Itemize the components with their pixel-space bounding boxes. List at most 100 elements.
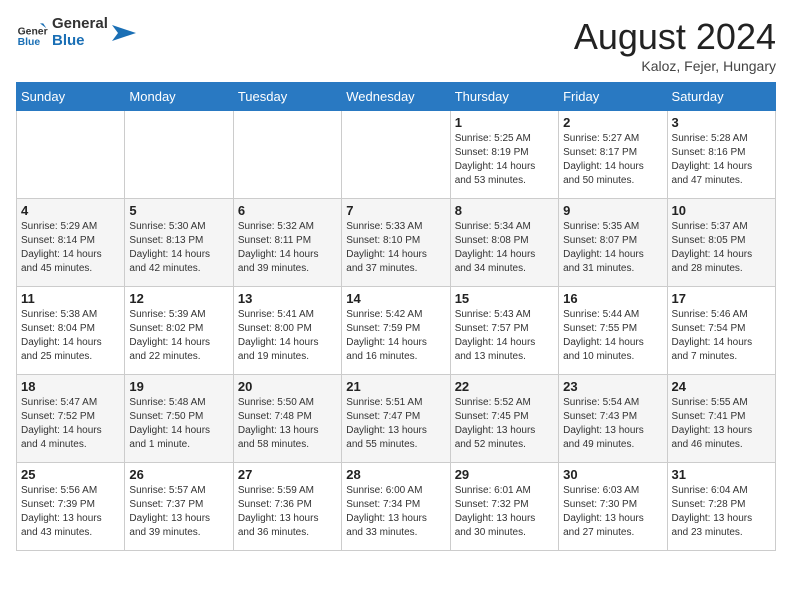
calendar-cell: 10 Sunrise: 5:37 AM Sunset: 8:05 PM Dayl… bbox=[667, 199, 775, 287]
calendar-cell bbox=[233, 111, 341, 199]
calendar-cell: 1 Sunrise: 5:25 AM Sunset: 8:19 PM Dayli… bbox=[450, 111, 558, 199]
day-number: 19 bbox=[129, 379, 228, 394]
title-block: August 2024 Kaloz, Fejer, Hungary bbox=[574, 16, 776, 74]
calendar-cell: 13 Sunrise: 5:41 AM Sunset: 8:00 PM Dayl… bbox=[233, 287, 341, 375]
day-number: 31 bbox=[672, 467, 771, 482]
logo: General Blue General Blue bbox=[16, 16, 136, 49]
day-number: 8 bbox=[455, 203, 554, 218]
calendar-cell: 7 Sunrise: 5:33 AM Sunset: 8:10 PM Dayli… bbox=[342, 199, 450, 287]
day-number: 17 bbox=[672, 291, 771, 306]
weekday-header-monday: Monday bbox=[125, 83, 233, 111]
day-number: 9 bbox=[563, 203, 662, 218]
calendar-cell: 6 Sunrise: 5:32 AM Sunset: 8:11 PM Dayli… bbox=[233, 199, 341, 287]
day-info: Sunrise: 5:57 AM Sunset: 7:37 PM Dayligh… bbox=[129, 484, 228, 540]
day-info: Sunrise: 5:30 AM Sunset: 8:13 PM Dayligh… bbox=[129, 220, 228, 276]
day-number: 29 bbox=[455, 467, 554, 482]
day-number: 10 bbox=[672, 203, 771, 218]
calendar-cell: 8 Sunrise: 5:34 AM Sunset: 8:08 PM Dayli… bbox=[450, 199, 558, 287]
day-info: Sunrise: 5:42 AM Sunset: 7:59 PM Dayligh… bbox=[346, 308, 445, 364]
calendar-cell: 17 Sunrise: 5:46 AM Sunset: 7:54 PM Dayl… bbox=[667, 287, 775, 375]
day-number: 23 bbox=[563, 379, 662, 394]
week-row-4: 18 Sunrise: 5:47 AM Sunset: 7:52 PM Dayl… bbox=[17, 375, 776, 463]
day-info: Sunrise: 5:59 AM Sunset: 7:36 PM Dayligh… bbox=[238, 484, 337, 540]
day-info: Sunrise: 5:27 AM Sunset: 8:17 PM Dayligh… bbox=[563, 132, 662, 188]
day-number: 1 bbox=[455, 115, 554, 130]
weekday-header-row: SundayMondayTuesdayWednesdayThursdayFrid… bbox=[17, 83, 776, 111]
day-info: Sunrise: 5:47 AM Sunset: 7:52 PM Dayligh… bbox=[21, 396, 120, 452]
calendar-cell: 28 Sunrise: 6:00 AM Sunset: 7:34 PM Dayl… bbox=[342, 463, 450, 551]
calendar-cell: 5 Sunrise: 5:30 AM Sunset: 8:13 PM Dayli… bbox=[125, 199, 233, 287]
day-info: Sunrise: 6:00 AM Sunset: 7:34 PM Dayligh… bbox=[346, 484, 445, 540]
calendar-cell bbox=[17, 111, 125, 199]
day-info: Sunrise: 5:28 AM Sunset: 8:16 PM Dayligh… bbox=[672, 132, 771, 188]
day-info: Sunrise: 5:33 AM Sunset: 8:10 PM Dayligh… bbox=[346, 220, 445, 276]
day-number: 22 bbox=[455, 379, 554, 394]
day-info: Sunrise: 5:37 AM Sunset: 8:05 PM Dayligh… bbox=[672, 220, 771, 276]
weekday-header-saturday: Saturday bbox=[667, 83, 775, 111]
day-number: 30 bbox=[563, 467, 662, 482]
day-info: Sunrise: 5:51 AM Sunset: 7:47 PM Dayligh… bbox=[346, 396, 445, 452]
day-info: Sunrise: 6:03 AM Sunset: 7:30 PM Dayligh… bbox=[563, 484, 662, 540]
day-info: Sunrise: 5:38 AM Sunset: 8:04 PM Dayligh… bbox=[21, 308, 120, 364]
calendar-cell: 23 Sunrise: 5:54 AM Sunset: 7:43 PM Dayl… bbox=[559, 375, 667, 463]
day-number: 25 bbox=[21, 467, 120, 482]
svg-text:General: General bbox=[18, 26, 48, 37]
day-number: 26 bbox=[129, 467, 228, 482]
logo-blue: Blue bbox=[52, 33, 108, 50]
day-number: 7 bbox=[346, 203, 445, 218]
day-number: 12 bbox=[129, 291, 228, 306]
calendar-cell: 20 Sunrise: 5:50 AM Sunset: 7:48 PM Dayl… bbox=[233, 375, 341, 463]
calendar-cell: 2 Sunrise: 5:27 AM Sunset: 8:17 PM Dayli… bbox=[559, 111, 667, 199]
day-info: Sunrise: 5:54 AM Sunset: 7:43 PM Dayligh… bbox=[563, 396, 662, 452]
calendar-cell: 9 Sunrise: 5:35 AM Sunset: 8:07 PM Dayli… bbox=[559, 199, 667, 287]
day-number: 16 bbox=[563, 291, 662, 306]
day-number: 24 bbox=[672, 379, 771, 394]
day-info: Sunrise: 5:39 AM Sunset: 8:02 PM Dayligh… bbox=[129, 308, 228, 364]
logo-general: General bbox=[52, 16, 108, 33]
day-info: Sunrise: 5:44 AM Sunset: 7:55 PM Dayligh… bbox=[563, 308, 662, 364]
weekday-header-friday: Friday bbox=[559, 83, 667, 111]
day-number: 15 bbox=[455, 291, 554, 306]
weekday-header-wednesday: Wednesday bbox=[342, 83, 450, 111]
day-info: Sunrise: 5:46 AM Sunset: 7:54 PM Dayligh… bbox=[672, 308, 771, 364]
day-number: 2 bbox=[563, 115, 662, 130]
day-info: Sunrise: 5:52 AM Sunset: 7:45 PM Dayligh… bbox=[455, 396, 554, 452]
day-info: Sunrise: 5:55 AM Sunset: 7:41 PM Dayligh… bbox=[672, 396, 771, 452]
weekday-header-tuesday: Tuesday bbox=[233, 83, 341, 111]
day-number: 21 bbox=[346, 379, 445, 394]
day-info: Sunrise: 5:25 AM Sunset: 8:19 PM Dayligh… bbox=[455, 132, 554, 188]
calendar-cell: 31 Sunrise: 6:04 AM Sunset: 7:28 PM Dayl… bbox=[667, 463, 775, 551]
week-row-3: 11 Sunrise: 5:38 AM Sunset: 8:04 PM Dayl… bbox=[17, 287, 776, 375]
day-info: Sunrise: 5:43 AM Sunset: 7:57 PM Dayligh… bbox=[455, 308, 554, 364]
day-info: Sunrise: 5:41 AM Sunset: 8:00 PM Dayligh… bbox=[238, 308, 337, 364]
calendar-cell: 11 Sunrise: 5:38 AM Sunset: 8:04 PM Dayl… bbox=[17, 287, 125, 375]
day-number: 14 bbox=[346, 291, 445, 306]
day-number: 6 bbox=[238, 203, 337, 218]
day-number: 20 bbox=[238, 379, 337, 394]
calendar-cell bbox=[342, 111, 450, 199]
day-info: Sunrise: 5:56 AM Sunset: 7:39 PM Dayligh… bbox=[21, 484, 120, 540]
calendar-table: SundayMondayTuesdayWednesdayThursdayFrid… bbox=[16, 82, 776, 551]
weekday-header-thursday: Thursday bbox=[450, 83, 558, 111]
day-info: Sunrise: 5:35 AM Sunset: 8:07 PM Dayligh… bbox=[563, 220, 662, 276]
calendar-cell: 3 Sunrise: 5:28 AM Sunset: 8:16 PM Dayli… bbox=[667, 111, 775, 199]
day-number: 5 bbox=[129, 203, 228, 218]
calendar-cell: 21 Sunrise: 5:51 AM Sunset: 7:47 PM Dayl… bbox=[342, 375, 450, 463]
calendar-cell bbox=[125, 111, 233, 199]
day-info: Sunrise: 5:50 AM Sunset: 7:48 PM Dayligh… bbox=[238, 396, 337, 452]
day-info: Sunrise: 6:04 AM Sunset: 7:28 PM Dayligh… bbox=[672, 484, 771, 540]
day-number: 3 bbox=[672, 115, 771, 130]
calendar-cell: 26 Sunrise: 5:57 AM Sunset: 7:37 PM Dayl… bbox=[125, 463, 233, 551]
week-row-2: 4 Sunrise: 5:29 AM Sunset: 8:14 PM Dayli… bbox=[17, 199, 776, 287]
calendar-cell: 27 Sunrise: 5:59 AM Sunset: 7:36 PM Dayl… bbox=[233, 463, 341, 551]
day-info: Sunrise: 5:29 AM Sunset: 8:14 PM Dayligh… bbox=[21, 220, 120, 276]
week-row-5: 25 Sunrise: 5:56 AM Sunset: 7:39 PM Dayl… bbox=[17, 463, 776, 551]
day-number: 4 bbox=[21, 203, 120, 218]
calendar-cell: 16 Sunrise: 5:44 AM Sunset: 7:55 PM Dayl… bbox=[559, 287, 667, 375]
month-year: August 2024 bbox=[574, 16, 776, 58]
day-info: Sunrise: 5:34 AM Sunset: 8:08 PM Dayligh… bbox=[455, 220, 554, 276]
week-row-1: 1 Sunrise: 5:25 AM Sunset: 8:19 PM Dayli… bbox=[17, 111, 776, 199]
calendar-cell: 12 Sunrise: 5:39 AM Sunset: 8:02 PM Dayl… bbox=[125, 287, 233, 375]
calendar-cell: 15 Sunrise: 5:43 AM Sunset: 7:57 PM Dayl… bbox=[450, 287, 558, 375]
day-number: 13 bbox=[238, 291, 337, 306]
